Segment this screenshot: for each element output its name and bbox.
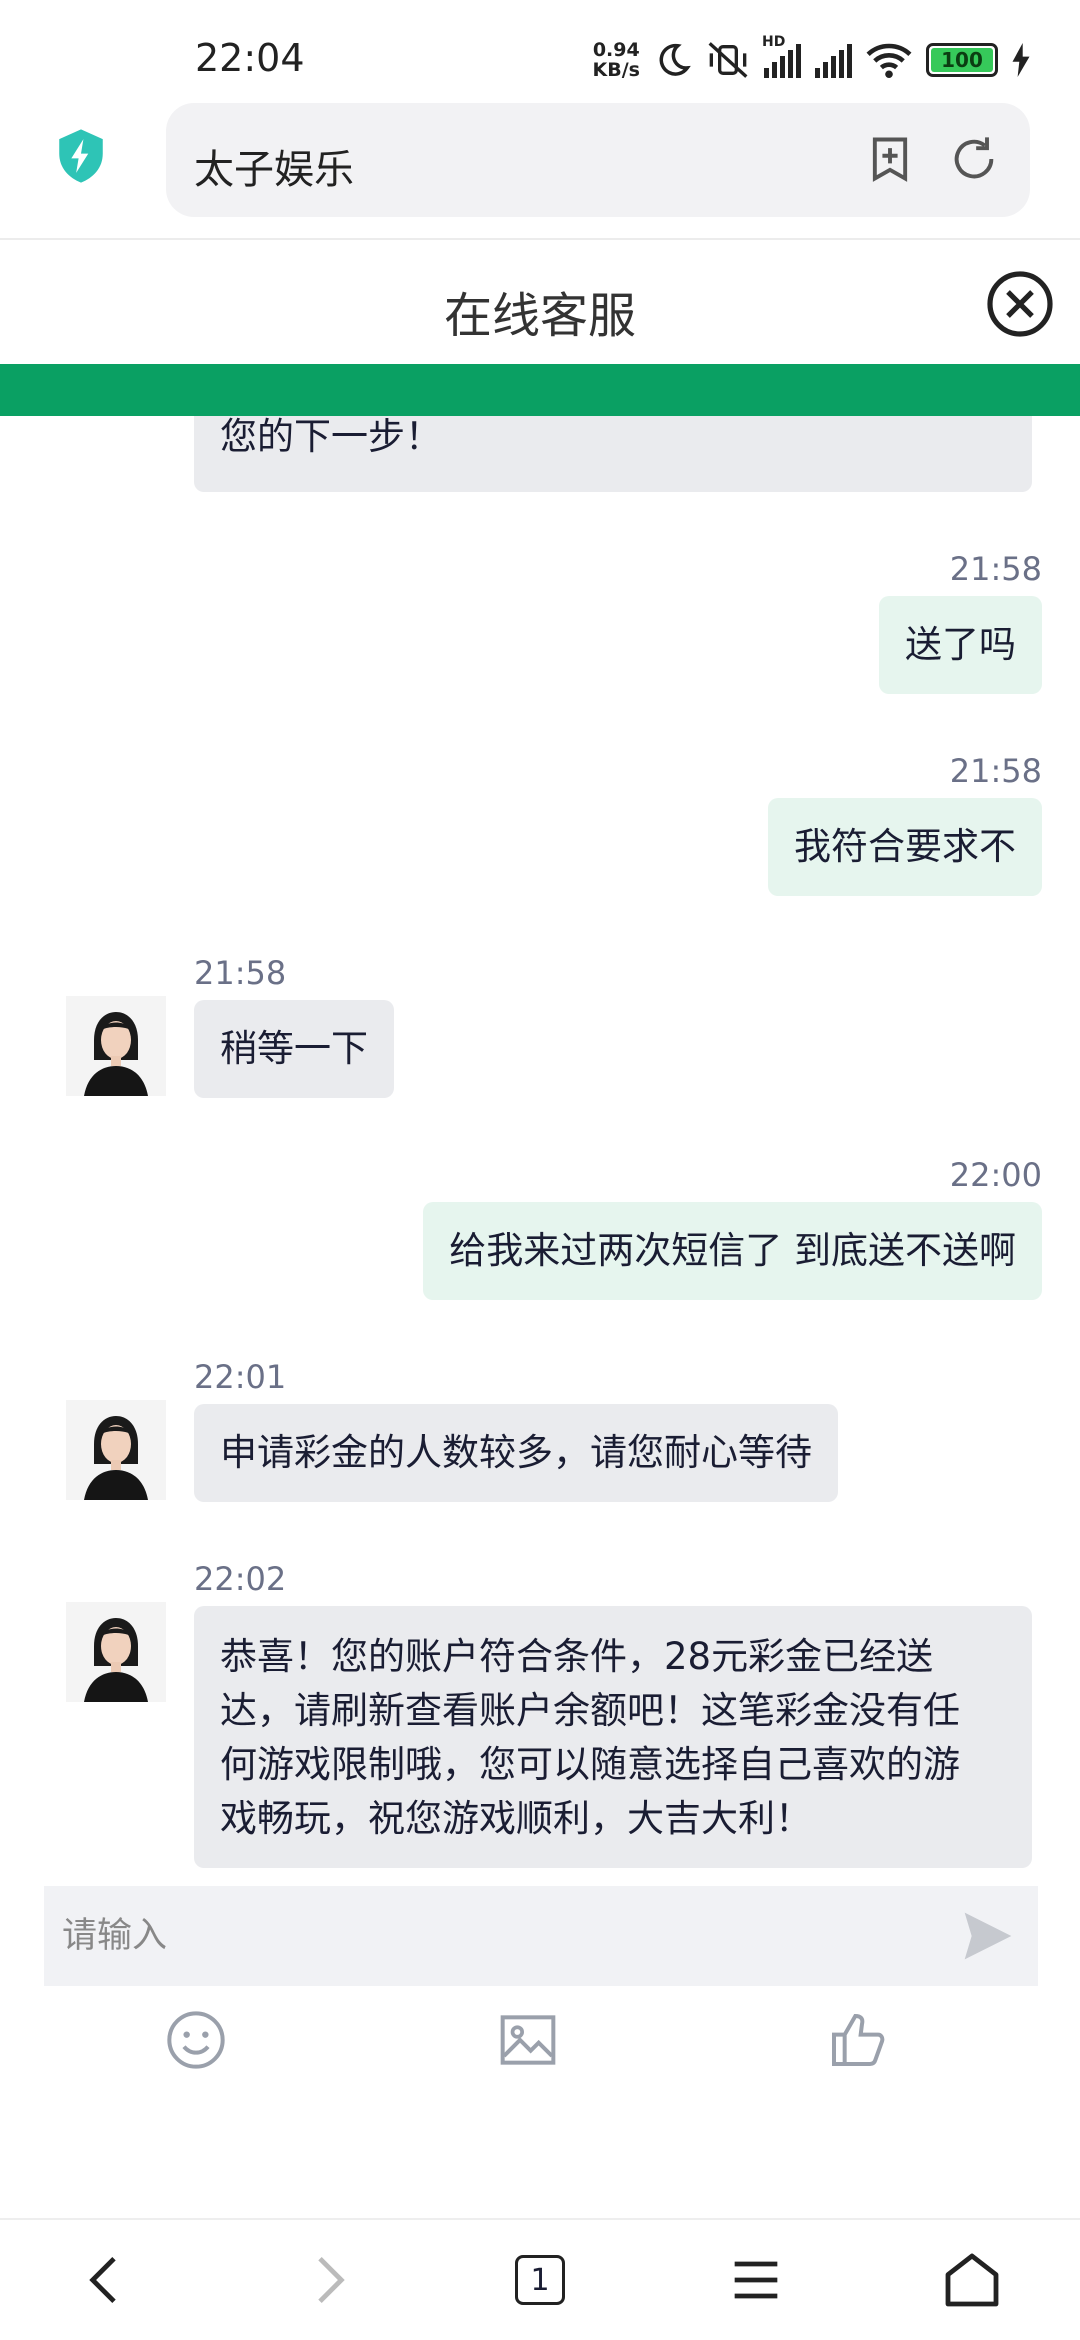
agent-message-partial: 您的下一步！ bbox=[194, 416, 1032, 492]
message-line: 戏畅玩，祝您游戏顺利，大吉大利！ bbox=[220, 1797, 812, 1840]
message-time: 21:58 bbox=[949, 550, 1042, 588]
signal-bar bbox=[764, 68, 769, 78]
signal-bar bbox=[823, 62, 828, 78]
address-bar[interactable]: 太子娱乐 bbox=[166, 103, 1030, 217]
agent-avatar bbox=[66, 1400, 166, 1500]
message-text: 给我来过两次短信了 到底送不送啊 bbox=[449, 1229, 1016, 1272]
refresh-icon[interactable] bbox=[948, 133, 1000, 185]
agent-avatar-image bbox=[66, 1602, 166, 1702]
agent-avatar-image bbox=[66, 1400, 166, 1500]
page-title: 在线客服 bbox=[443, 288, 636, 344]
vibrate-off-icon bbox=[708, 42, 748, 78]
message-text: 您的下一步！ bbox=[220, 416, 442, 458]
composer bbox=[44, 1886, 1038, 1986]
agent-message: 申请彩金的人数较多，请您耐心等待 bbox=[194, 1404, 838, 1502]
signal-bar bbox=[815, 68, 820, 78]
message-input[interactable] bbox=[62, 1886, 942, 1986]
home-icon[interactable] bbox=[940, 2248, 1004, 2312]
browser-bar: 太子娱乐 bbox=[0, 100, 1080, 240]
agent-message: 稍等一下 bbox=[194, 1000, 394, 1098]
signal-bar bbox=[847, 44, 852, 78]
signal-2 bbox=[815, 42, 852, 78]
message-line: 何游戏限制哦，您可以随意选择自己喜欢的游 bbox=[220, 1743, 960, 1786]
shield-icon[interactable] bbox=[52, 127, 110, 185]
agent-avatar bbox=[66, 1602, 166, 1702]
menu-icon[interactable] bbox=[724, 2248, 788, 2312]
agent-avatar bbox=[66, 996, 166, 1096]
message-time: 22:02 bbox=[194, 1560, 287, 1598]
message-time: 22:00 bbox=[949, 1156, 1042, 1194]
user-message: 我符合要求不 bbox=[768, 798, 1042, 896]
chat-messages[interactable]: 您的下一步！ 21:58 送了吗 21:58 我符合要求不 21:58 稍等一下… bbox=[0, 416, 1080, 1886]
signal-bar bbox=[796, 44, 801, 78]
tabs-count-box: 1 bbox=[515, 2255, 565, 2305]
user-message: 送了吗 bbox=[879, 596, 1042, 694]
forward-icon[interactable] bbox=[296, 2248, 360, 2312]
moon-icon bbox=[659, 43, 691, 76]
message-time: 21:58 bbox=[949, 752, 1042, 790]
address-text[interactable]: 太子娱乐 bbox=[194, 137, 354, 195]
net-speed: 0.94 KB/s bbox=[593, 40, 640, 80]
charging-icon bbox=[1012, 43, 1030, 77]
image-icon[interactable] bbox=[496, 2008, 560, 2072]
agent-avatar-image bbox=[66, 996, 166, 1096]
browser-nav-bar: 1 bbox=[0, 2218, 1080, 2340]
wifi-icon bbox=[866, 43, 912, 79]
close-icon[interactable] bbox=[986, 270, 1054, 338]
signal-1: HD bbox=[762, 34, 801, 78]
message-text: 我符合要求不 bbox=[794, 825, 1016, 868]
add-bookmark-icon[interactable] bbox=[864, 133, 916, 185]
tabs-button[interactable]: 1 bbox=[508, 2248, 572, 2312]
hd-label: HD bbox=[762, 34, 786, 50]
signal-bar bbox=[780, 56, 785, 78]
message-time: 21:58 bbox=[194, 954, 287, 992]
status-icons: 0.94 KB/s HD 100 bbox=[593, 34, 1030, 80]
message-line: 达，请刷新查看账户余额吧！这笔彩金没有任 bbox=[220, 1689, 960, 1732]
message-text: 申请彩金的人数较多，请您耐心等待 bbox=[220, 1431, 812, 1474]
signal-bar bbox=[839, 50, 844, 78]
header-accent-strip bbox=[0, 364, 1080, 416]
net-speed-value: 0.94 bbox=[592, 39, 640, 61]
message-line: 恭喜！您的账户符合条件，28元彩金已经送 bbox=[220, 1635, 934, 1678]
cs-header: 在线客服 bbox=[0, 242, 1080, 364]
message-time: 22:01 bbox=[194, 1358, 287, 1396]
message-text: 送了吗 bbox=[905, 623, 1016, 666]
status-bar: 22:04 0.94 KB/s HD 100 bbox=[0, 0, 1080, 100]
net-speed-unit: KB/s bbox=[592, 59, 640, 81]
emoji-icon[interactable] bbox=[164, 2008, 228, 2072]
signal-bar bbox=[831, 56, 836, 78]
battery-level: 100 bbox=[931, 48, 993, 72]
back-icon[interactable] bbox=[74, 2248, 138, 2312]
user-message: 给我来过两次短信了 到底送不送啊 bbox=[423, 1202, 1042, 1300]
status-time: 22:04 bbox=[195, 36, 305, 80]
thumbs-up-icon[interactable] bbox=[826, 2008, 890, 2072]
send-icon[interactable] bbox=[960, 1908, 1016, 1964]
agent-message: 恭喜！您的账户符合条件，28元彩金已经送 达，请刷新查看账户余额吧！这笔彩金没有… bbox=[194, 1606, 1032, 1868]
signal-bar bbox=[788, 50, 793, 78]
tabs-count: 1 bbox=[530, 2262, 550, 2298]
message-text: 稍等一下 bbox=[220, 1027, 368, 1070]
signal-bar bbox=[772, 62, 777, 78]
battery: 100 bbox=[926, 43, 998, 77]
